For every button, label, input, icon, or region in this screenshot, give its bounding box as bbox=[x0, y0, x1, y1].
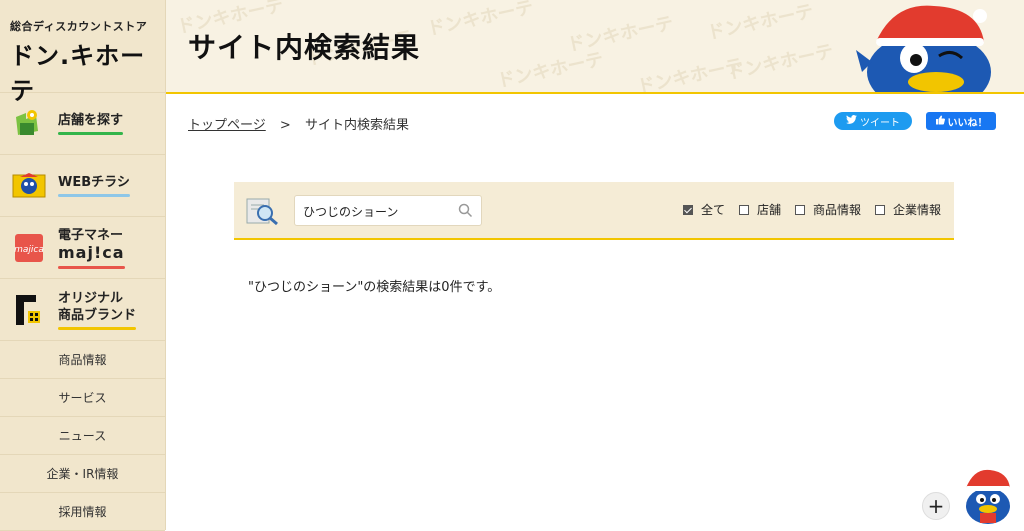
filter-stores-checkbox[interactable] bbox=[738, 204, 749, 215]
expand-plus-button[interactable]: + bbox=[922, 492, 950, 520]
search-result-message: "ひつじのショーン"の検索結果は0件です。 bbox=[248, 280, 501, 295]
search-document-icon bbox=[246, 196, 280, 226]
sidebar-item-label-line1: 電子マネー bbox=[58, 227, 124, 243]
page-header: ドンキホーテ ドンキホーテ ドンキホーテ ドンキホーテ ドンキホーテ ドンキホー… bbox=[166, 0, 1024, 94]
header-watermark: ドンキホーテ bbox=[705, 0, 816, 44]
sidebar-item-web-flyer[interactable]: WEBチラシ bbox=[0, 155, 165, 217]
sidebar-item-label: WEBチラシ bbox=[58, 175, 130, 190]
sidebar: 総合ディスカウントストア ドン.キホーテ 店舗を探す WEBチラシ majica… bbox=[0, 0, 166, 531]
tweet-button[interactable]: ツイート bbox=[834, 112, 912, 130]
sidebar-item-label-line2: 商品ブランド bbox=[58, 307, 137, 323]
breadcrumb-separator: > bbox=[279, 118, 291, 133]
sidebar-item-products[interactable]: 商品情報 bbox=[0, 341, 165, 379]
filter-label: 全て bbox=[700, 203, 725, 217]
twitter-bird-icon bbox=[846, 115, 857, 127]
tweet-label: ツイート bbox=[860, 117, 900, 129]
filter-label: 企業情報 bbox=[892, 203, 941, 217]
sidebar-item-label-line2: maj!ca bbox=[58, 242, 125, 262]
search-filters: 全て 店舗 商品情報 企業情報 bbox=[669, 201, 941, 218]
filter-all-checkbox[interactable] bbox=[682, 204, 693, 215]
sidebar-item-majica[interactable]: majica 電子マネー maj!ca bbox=[0, 217, 165, 279]
logo-subtitle: 総合ディスカウントストア bbox=[10, 20, 148, 33]
sidebar-item-company-ir[interactable]: 企業・IR情報 bbox=[0, 455, 165, 493]
sidebar-item-news[interactable]: ニュース bbox=[0, 417, 165, 455]
sidebar-item-original-brand[interactable]: オリジナル 商品ブランド bbox=[0, 279, 165, 341]
breadcrumb: トップページ > サイト内検索結果 bbox=[188, 114, 409, 133]
breadcrumb-current: サイト内検索結果 bbox=[304, 118, 409, 133]
header-watermark: ドンキホーテ bbox=[425, 0, 536, 40]
filter-stores[interactable]: 店舗 bbox=[738, 201, 781, 218]
filter-products-checkbox[interactable] bbox=[794, 204, 805, 215]
sidebar-item-label-line1: オリジナル bbox=[58, 290, 124, 306]
like-label: いいね！ bbox=[947, 117, 988, 129]
thumbs-up-icon bbox=[935, 115, 945, 128]
search-panel: 全て 店舗 商品情報 企業情報 bbox=[234, 182, 954, 240]
facebook-like-button[interactable]: いいね！ bbox=[926, 112, 996, 130]
sidebar-item-services[interactable]: サービス bbox=[0, 379, 165, 417]
flyer-icon bbox=[12, 169, 46, 203]
header-watermark: ドンキホーテ bbox=[565, 12, 676, 56]
filter-products[interactable]: 商品情報 bbox=[794, 201, 861, 218]
majica-card-icon: majica bbox=[12, 231, 46, 265]
brand-logo-icon bbox=[12, 293, 46, 327]
sidebar-item-recruit[interactable]: 採用情報 bbox=[0, 493, 165, 531]
sidebar-item-label: 店舗を探す bbox=[58, 113, 124, 128]
svg-text:majica: majica bbox=[14, 245, 44, 255]
filter-all[interactable]: 全て bbox=[682, 201, 725, 218]
breadcrumb-home-link[interactable]: トップページ bbox=[188, 118, 266, 133]
filter-company[interactable]: 企業情報 bbox=[874, 201, 941, 218]
header-watermark: ドンキホーテ bbox=[725, 40, 836, 84]
site-logo[interactable]: 総合ディスカウントストア ドン.キホーテ bbox=[0, 0, 165, 105]
filter-label: 店舗 bbox=[756, 203, 781, 217]
donpen-mini-mascot-icon[interactable] bbox=[960, 466, 1016, 530]
search-icon[interactable] bbox=[458, 203, 473, 222]
filter-label: 商品情報 bbox=[812, 203, 861, 217]
search-input[interactable] bbox=[301, 196, 455, 227]
filter-company-checkbox[interactable] bbox=[874, 204, 885, 215]
page-title: サイト内検索結果 bbox=[188, 31, 421, 64]
map-pin-icon bbox=[12, 107, 46, 141]
search-box bbox=[294, 195, 482, 227]
donpen-mascot-icon bbox=[854, 2, 1004, 92]
